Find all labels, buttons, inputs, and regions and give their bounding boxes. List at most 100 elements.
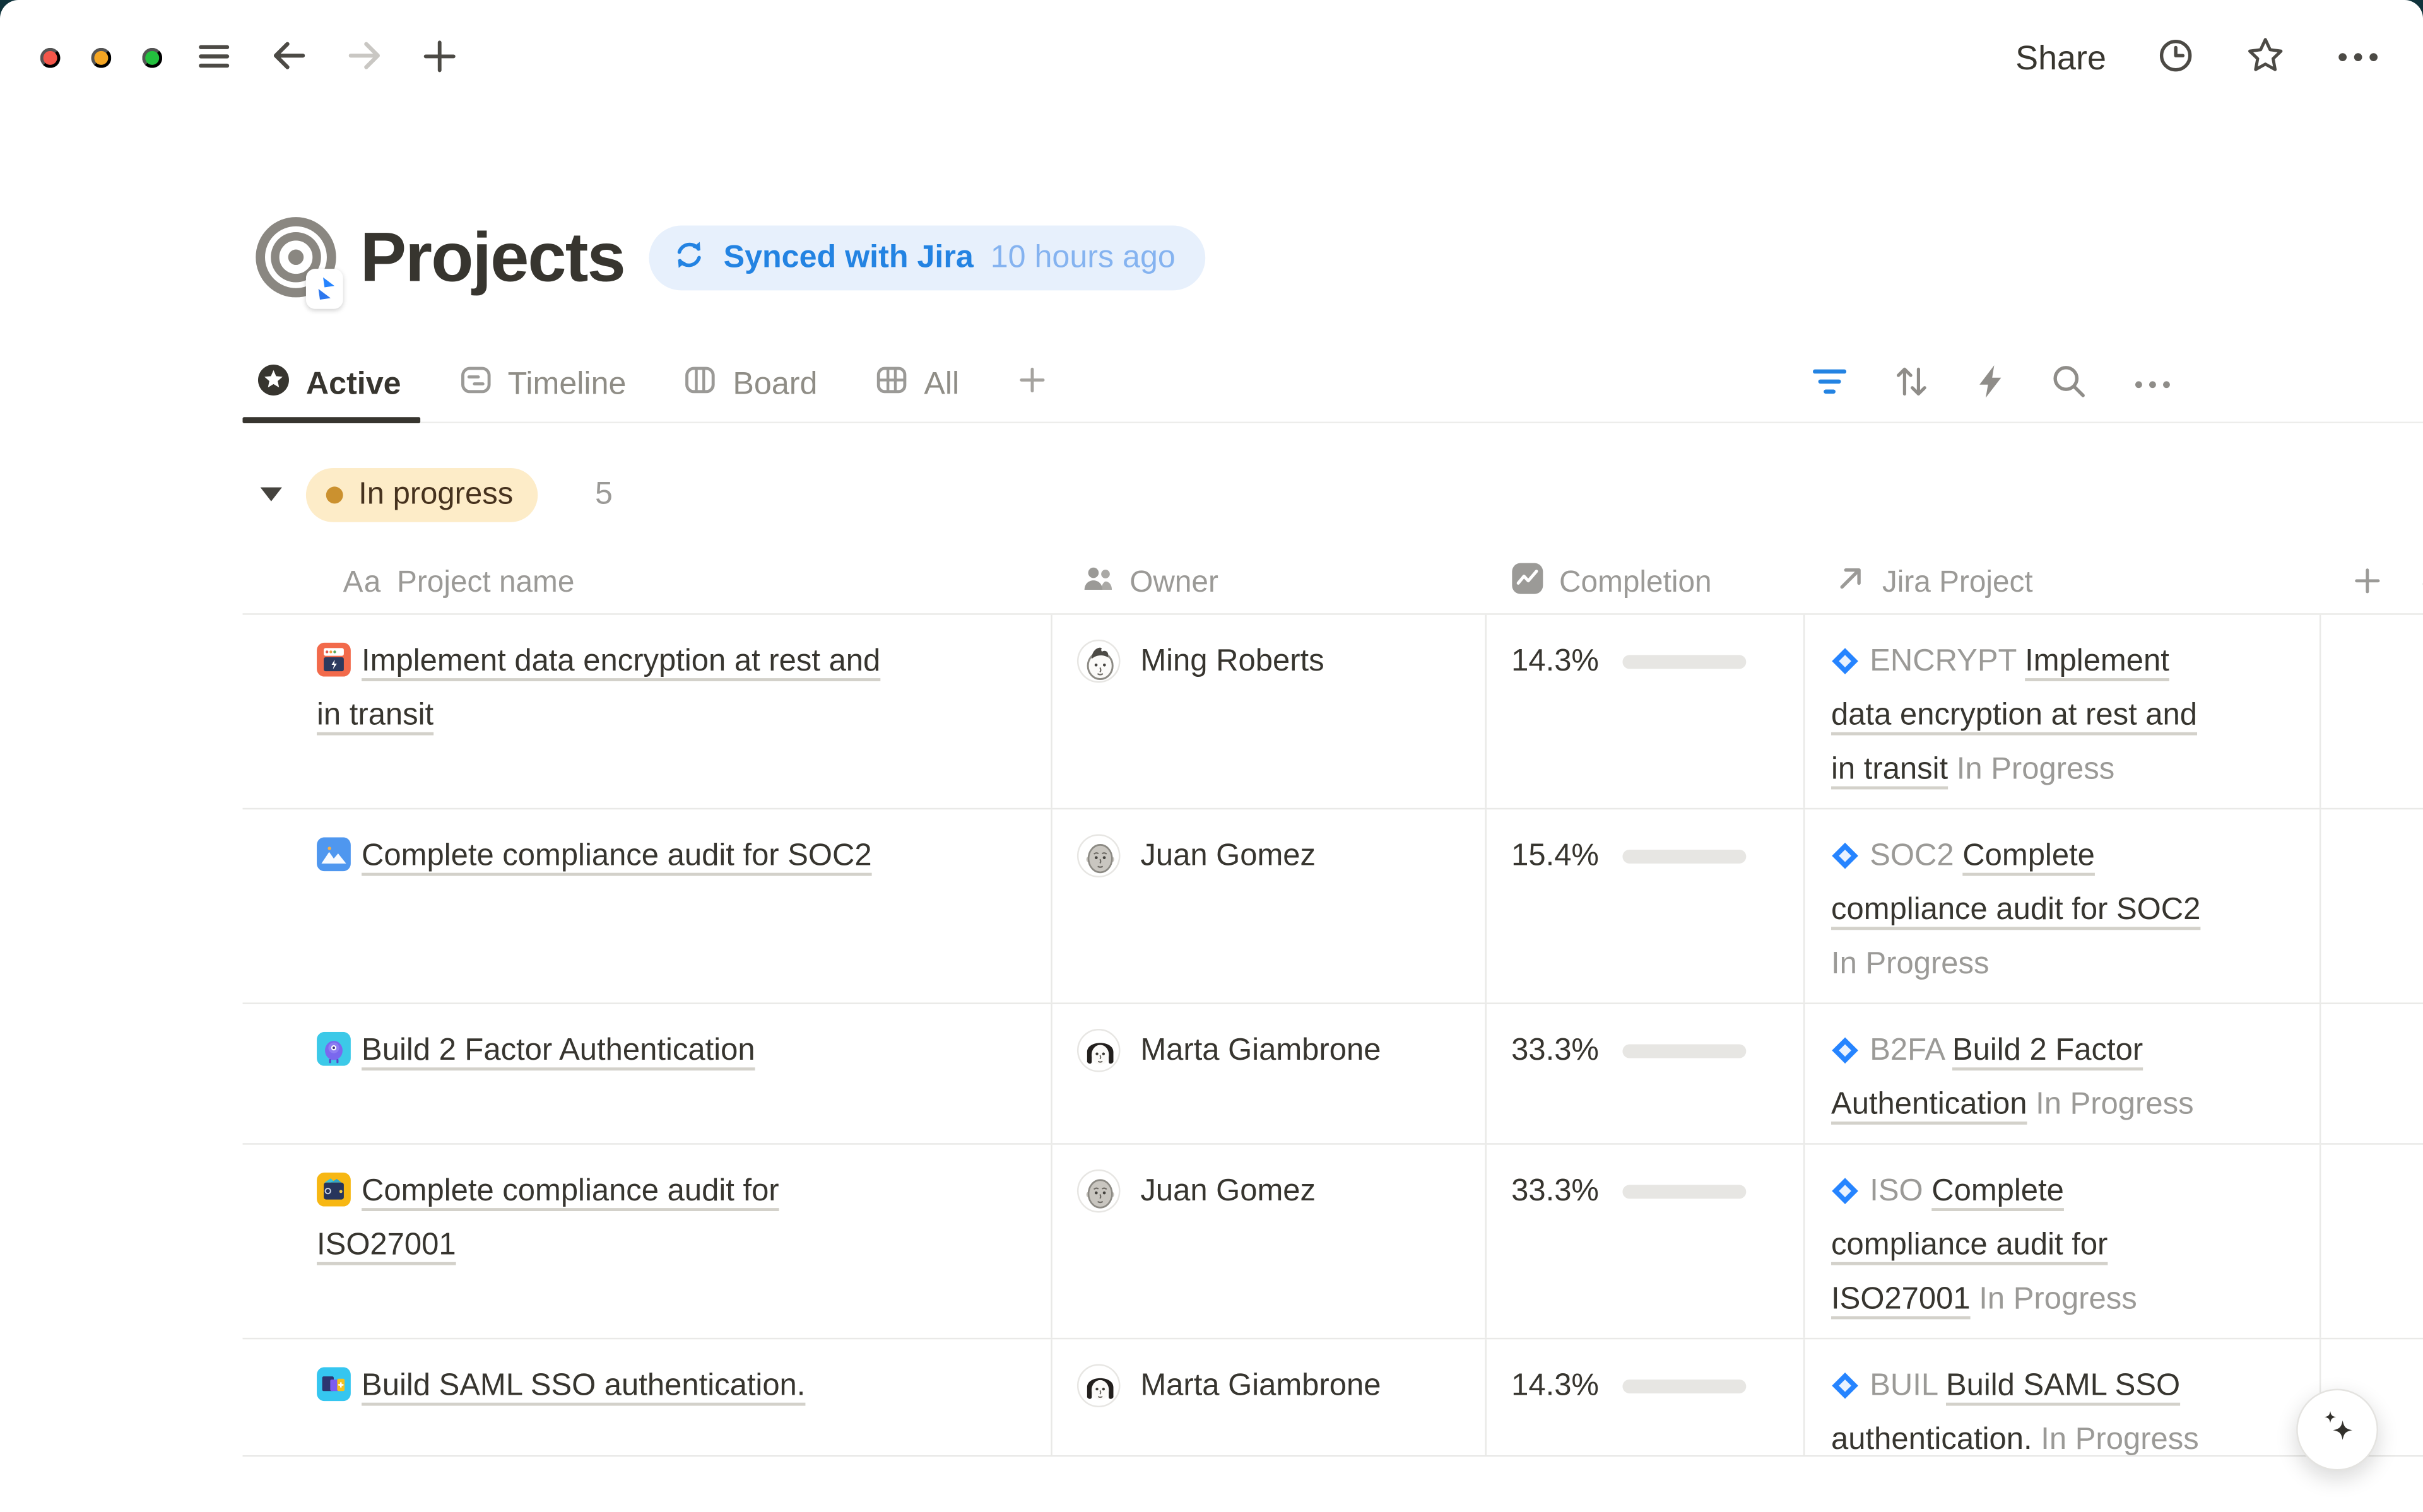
owl-app-icon [317, 1030, 351, 1064]
progress-bar [1622, 850, 1746, 864]
project-name-link[interactable]: Build 2 Factor Authentication [362, 1033, 755, 1067]
project-name-cell[interactable]: Build SAML SSO authentication. [242, 1339, 1052, 1456]
completion-cell[interactable]: 14.3% [1487, 615, 1805, 808]
plus-icon [2352, 565, 2383, 601]
jira-diamond-icon [1831, 1028, 1859, 1056]
collapse-group-button[interactable] [259, 483, 283, 506]
history-clock-icon [2157, 37, 2195, 79]
project-name-cell[interactable]: Complete compliance audit for SOC2 [242, 809, 1052, 1002]
search-button[interactable] [2051, 363, 2088, 405]
synced-with-jira-badge[interactable]: Synced with Jira 10 hours ago [649, 225, 1205, 290]
status-label: In progress [358, 477, 513, 512]
minimize-window-button[interactable] [91, 48, 111, 68]
tab-board-view[interactable]: Board [683, 346, 817, 422]
table-row[interactable]: Implement data encryption at rest and in… [242, 615, 2423, 810]
new-tab-button[interactable] [422, 38, 457, 78]
project-name-link[interactable]: Build SAML SSO authentication. [362, 1369, 805, 1403]
favorite-button[interactable] [2245, 35, 2285, 80]
empty-cell [2321, 615, 2423, 808]
juan-gomez-avatar [1077, 834, 1121, 877]
column-header-project-name[interactable]: Aa Project name [242, 565, 1052, 601]
progress-bar [1622, 1045, 1746, 1058]
group-header: In progress 5 [242, 464, 2423, 525]
mountain-app-icon [317, 836, 351, 870]
sync-icon [673, 238, 707, 276]
completion-cell[interactable]: 33.3% [1487, 1004, 1805, 1143]
view-tabs-bar: Active Timeline Board All [242, 346, 2423, 423]
back-button[interactable] [271, 37, 308, 79]
add-view-button[interactable] [1017, 346, 1047, 422]
table-header-row: Aa Project name Owner Completion Jira P [242, 553, 2423, 615]
app-window: Share [0, 0, 2423, 1512]
tab-all-view[interactable]: All [875, 346, 959, 422]
plus-icon [1017, 364, 1047, 404]
jira-issue-status: In Progress [1957, 753, 2114, 787]
column-header-owner[interactable]: Owner [1052, 562, 1487, 604]
jira-project-cell[interactable]: SOC2 Complete compliance audit for SOC2 … [1805, 809, 2321, 1002]
text-type-icon: Aa [343, 565, 382, 601]
jira-project-cell[interactable]: B2FA Build 2 Factor Authentication In Pr… [1805, 1004, 2321, 1143]
jira-project-cell[interactable]: ISO Complete compliance audit for ISO270… [1805, 1145, 2321, 1338]
lock-app-icon [317, 641, 351, 675]
marta-giambrone-avatar [1077, 1364, 1121, 1407]
project-name-cell[interactable]: Complete compliance audit for ISO27001 [242, 1145, 1052, 1338]
owner-cell[interactable]: Marta Giambrone [1052, 1339, 1487, 1456]
jira-issue-key: B2FA [1870, 1033, 1943, 1067]
add-column-area [2321, 565, 2423, 601]
progress-bar [1622, 1185, 1746, 1198]
empty-cell [2321, 809, 2423, 1002]
completion-cell[interactable]: 33.3% [1487, 1145, 1805, 1338]
cards-app-icon [317, 1366, 351, 1400]
history-button[interactable] [2157, 37, 2195, 79]
completion-percent: 14.3% [1511, 1359, 1599, 1414]
juan-gomez-avatar [1077, 1169, 1121, 1213]
sidebar-menu-button[interactable] [196, 38, 232, 78]
jira-diamond-icon [1831, 1363, 1859, 1391]
zoom-window-button[interactable] [142, 48, 162, 68]
project-name-cell[interactable]: Build 2 Factor Authentication [242, 1004, 1052, 1143]
filter-button[interactable] [1811, 365, 1848, 403]
table-row[interactable]: Build 2 Factor Authentication Marta Giam… [242, 1004, 2423, 1145]
tab-active-view[interactable]: Active [242, 346, 401, 422]
search-icon [2051, 363, 2088, 405]
owner-cell[interactable]: Juan Gomez [1052, 1145, 1487, 1338]
jira-project-cell[interactable]: ENCRYPT Implement data encryption at res… [1805, 615, 2321, 808]
project-name-link[interactable]: Implement data encryption at rest and in… [317, 644, 880, 732]
owner-cell[interactable]: Marta Giambrone [1052, 1004, 1487, 1143]
completion-percent: 33.3% [1511, 1165, 1599, 1219]
column-header-jira-project[interactable]: Jira Project [1805, 562, 2321, 604]
automations-button[interactable] [1975, 363, 2006, 405]
project-name-link[interactable]: Complete compliance audit for ISO27001 [317, 1174, 779, 1262]
page-content: Projects Synced with Jira 10 hours ago [0, 216, 2423, 1457]
wallet-app-icon [317, 1171, 351, 1205]
view-more-button[interactable] [2133, 372, 2173, 396]
jira-diamond-icon [1831, 639, 1859, 667]
empty-cell [2321, 1145, 2423, 1338]
owner-cell[interactable]: Ming Roberts [1052, 615, 1487, 808]
project-name-cell[interactable]: Implement data encryption at rest and in… [242, 615, 1052, 808]
completion-cell[interactable]: 15.4% [1487, 809, 1805, 1002]
table-body: Implement data encryption at rest and in… [242, 615, 2423, 1457]
forward-button[interactable] [346, 37, 384, 79]
close-window-button[interactable] [40, 48, 61, 68]
status-badge[interactable]: In progress [306, 467, 538, 522]
project-name-link[interactable]: Complete compliance audit for SOC2 [362, 839, 872, 873]
table-options-button[interactable] [2420, 571, 2423, 595]
completion-cell[interactable]: 14.3% [1487, 1339, 1805, 1456]
table-row[interactable]: Complete compliance audit for ISO27001 J… [242, 1145, 2423, 1340]
menu-icon [196, 38, 232, 78]
column-header-completion[interactable]: Completion [1487, 562, 1805, 604]
table-row[interactable]: Complete compliance audit for SOC2 Juan … [242, 809, 2423, 1004]
tab-timeline-view[interactable]: Timeline [458, 346, 626, 422]
more-options-button[interactable] [2337, 46, 2380, 69]
table-row[interactable]: Build SAML SSO authentication. Marta Gia… [242, 1339, 2423, 1456]
sort-button[interactable] [1893, 363, 1930, 405]
synced-time: 10 hours ago [991, 238, 1176, 276]
ai-assistant-button[interactable] [2296, 1389, 2378, 1471]
add-column-button[interactable] [2352, 565, 2383, 601]
timeline-view-icon [458, 362, 492, 406]
jira-project-cell[interactable]: BUIL Build SAML SSO authentication. In P… [1805, 1339, 2321, 1456]
share-button[interactable]: Share [2015, 38, 2106, 78]
owner-cell[interactable]: Juan Gomez [1052, 809, 1487, 1002]
forward-arrow-icon [346, 37, 384, 79]
